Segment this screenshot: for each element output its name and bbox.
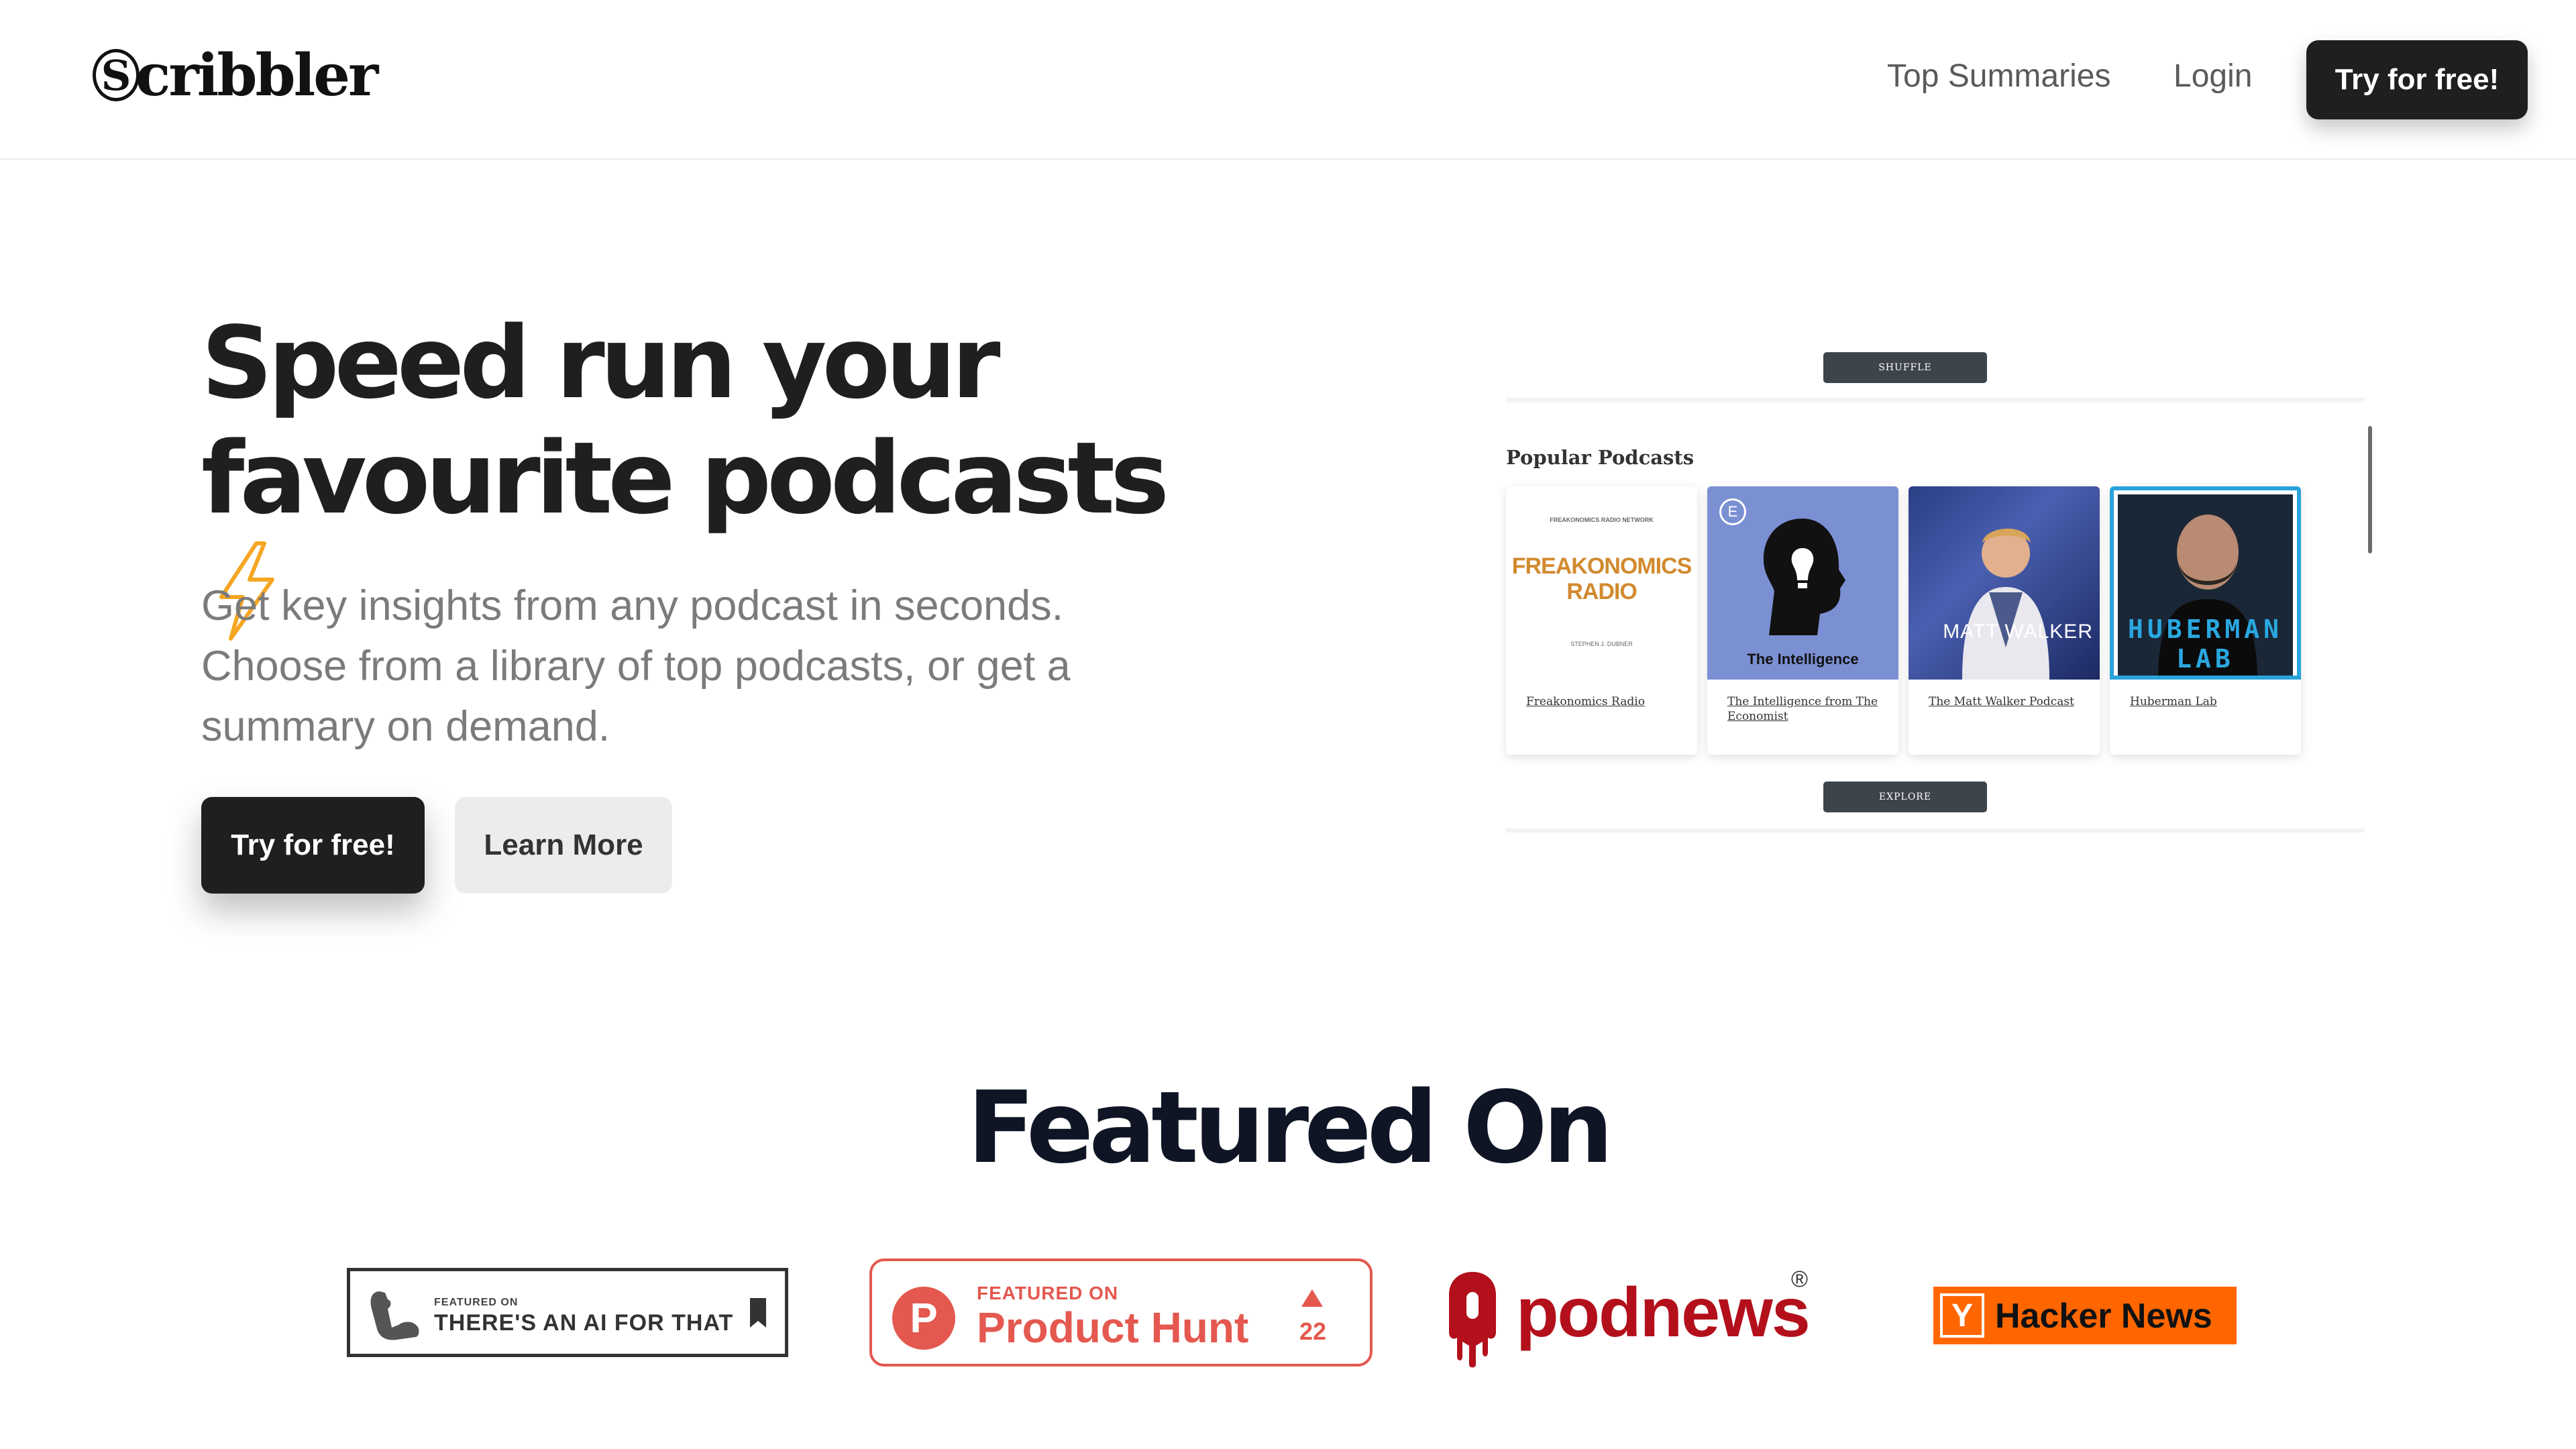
podcast-art-huberman: HUBERMAN LAB [2110,486,2301,680]
art-host-label: STEPHEN J. DUBNER [1570,641,1633,647]
podcast-card-intelligence: E The Intelligence The Intelligence from… [1707,486,1898,755]
podcast-card-caption: Freakonomics Radio [1526,695,1645,708]
theres-an-ai-for-that-badge[interactable]: FEATURED ON THERE'S AN AI FOR THAT [347,1268,788,1357]
bookmark-icon [750,1298,766,1328]
scribbler-logo[interactable]: S cribbler [93,41,378,109]
art-network-label: FREAKONOMICS RADIO NETWORK [1550,517,1654,523]
nav-link-top-summaries[interactable]: Top Summaries [1887,58,2110,95]
upvote-triangle-icon [1301,1289,1323,1307]
preview-heading: Popular Podcasts [1506,446,1695,469]
podcast-card-matt-walker: MATT WALKER The Matt Walker Podcast [1909,486,2100,755]
art-title: HUBERMAN LAB [2127,614,2284,674]
y-combinator-logo-icon: Y [1940,1293,1984,1338]
art-title: MATT WALKER [1943,621,2093,643]
hacker-news-title: Hacker News [1995,1297,2212,1336]
preview-divider [1506,398,2365,403]
podcast-art-matt-walker: MATT WALKER [1909,486,2100,680]
podcast-card-caption: The Intelligence from The Economist [1727,695,1878,723]
podcast-art-intelligence: E The Intelligence [1707,486,1898,680]
hacker-news-badge[interactable]: Y Hacker News [1933,1287,2237,1344]
podcast-card-huberman: HUBERMAN LAB Huberman Lab [2110,486,2301,755]
logo-wordmark: cribbler [136,41,378,109]
learn-more-button[interactable]: Learn More [455,797,672,894]
hero-title-line1: Speed run your [201,305,1000,421]
preview-shuffle-button: SHUFFLE [1823,352,1987,383]
ph-title: Product Hunt [977,1303,1249,1352]
podcast-art-freakonomics: FREAKONOMICS RADIO NETWORK FREAKONOMICS … [1506,486,1697,680]
registered-mark: ® [1791,1267,1809,1292]
nav-link-login[interactable]: Login [2174,58,2252,95]
host-portrait [1962,528,2049,680]
art-title: The Intelligence [1747,651,1859,667]
ph-upvote-count: 22 [1299,1318,1327,1345]
product-hunt-badge[interactable]: P FEATURED ON Product Hunt 22 [869,1258,1373,1366]
preview-scrollbar [2368,426,2372,553]
product-hunt-logo-icon: P [892,1287,955,1350]
podnews-wordmark: podnews [1516,1274,1811,1352]
economist-badge: E [1719,498,1746,525]
preview-explore-button: EXPLORE [1823,782,1987,812]
flexed-arm-icon [370,1291,419,1340]
aift-featured-label: FEATURED ON [434,1297,519,1308]
podcast-card-caption: The Matt Walker Podcast [1929,695,2074,708]
preview-divider [1506,828,2365,833]
podnews-badge[interactable]: podnews ® [1442,1261,1818,1368]
podcast-card-freakonomics: FREAKONOMICS RADIO NETWORK FREAKONOMICS … [1506,486,1697,755]
hero-try-free-button[interactable]: Try for free! [201,797,425,894]
art-title: FREAKONOMICS RADIO [1511,553,1693,604]
nav-try-free-button[interactable]: Try for free! [2306,40,2528,119]
podcast-card-caption: Huberman Lab [2130,695,2217,708]
featured-on-heading: Featured On [967,1070,1613,1185]
app-preview-screenshot: SHUFFLE Popular Podcasts FREAKONOMICS RA… [1436,339,2375,855]
microphone-icon [1449,1272,1496,1368]
top-navbar: S cribbler Top Summaries Login Try for f… [0,0,2576,160]
aift-title: THERE'S AN AI FOR THAT [434,1310,734,1336]
hero-title-line2: favourite podcasts [201,421,1169,536]
head-silhouette-icon [1763,519,1845,635]
hero-subtitle: Get key insights from any podcast in sec… [201,582,1071,750]
logo-s-mark: S [93,49,140,101]
ph-featured-label: FEATURED ON [977,1283,1119,1303]
